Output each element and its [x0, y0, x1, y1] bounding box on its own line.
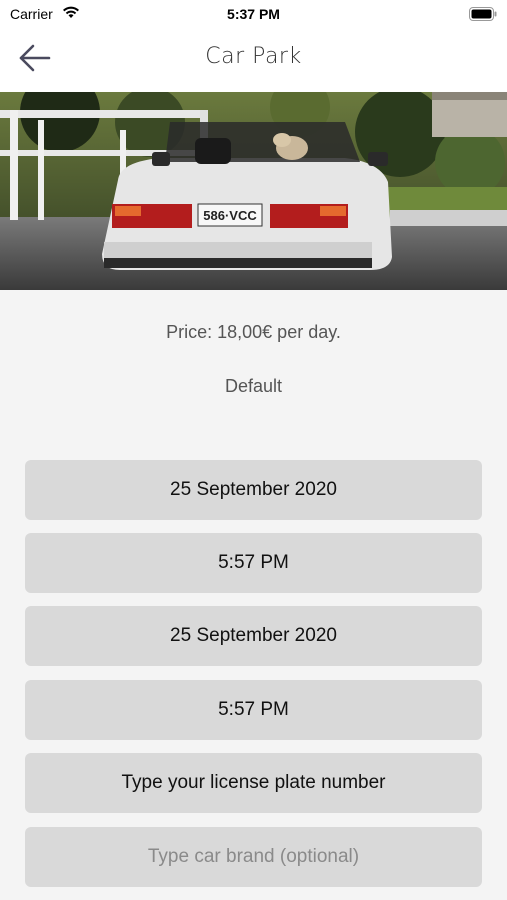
car-park-photo: 586·VCC	[0, 92, 507, 290]
start-time-picker[interactable]: 5:57 PM	[25, 533, 482, 593]
status-bar: Carrier 5:37 PM	[0, 0, 507, 28]
car-brand-input[interactable]: Type car brand (optional)	[25, 827, 482, 887]
start-date-picker[interactable]: 25 September 2020	[25, 460, 482, 520]
price-label: Price: 18,00€ per day.	[166, 322, 341, 342]
page-title: Car Park	[205, 44, 302, 69]
license-plate-input[interactable]: Type your license plate number	[25, 753, 482, 813]
navigation-bar: Car Park	[0, 28, 507, 92]
license-plate-text: 586·VCC	[203, 208, 257, 223]
end-date-picker[interactable]: 25 September 2020	[25, 606, 482, 666]
rate-type-label: Default	[224, 376, 283, 396]
battery-icon	[469, 7, 497, 21]
status-time: 5:37 PM	[227, 6, 280, 22]
end-time-picker[interactable]: 5:57 PM	[25, 680, 482, 740]
